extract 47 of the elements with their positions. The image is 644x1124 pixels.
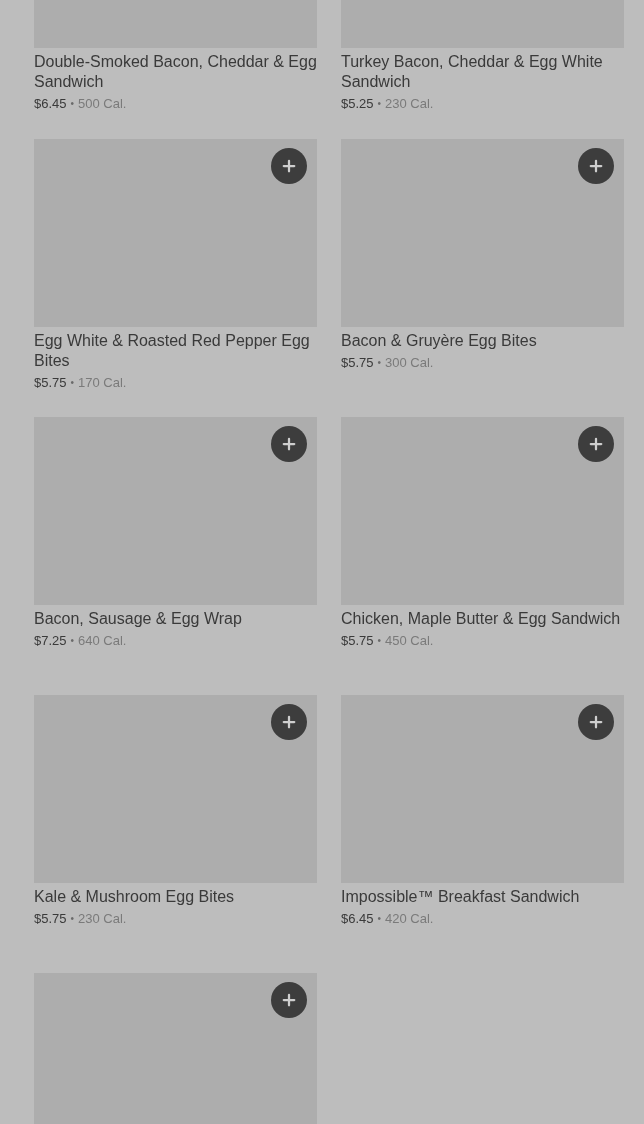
plus-icon — [587, 713, 605, 731]
item-image[interactable] — [34, 973, 317, 1124]
item-calories: 450 Cal. — [385, 632, 434, 650]
item-calories: 500 Cal. — [78, 95, 127, 113]
separator-dot: • — [70, 97, 75, 111]
separator-dot: • — [377, 97, 382, 111]
add-button[interactable] — [578, 148, 614, 184]
item-calories: 230 Cal. — [78, 910, 127, 928]
item-price: $6.45 — [34, 95, 67, 113]
item-calories: 420 Cal. — [385, 910, 434, 928]
add-button[interactable] — [578, 704, 614, 740]
item-calories: 640 Cal. — [78, 632, 127, 650]
plus-icon — [280, 435, 298, 453]
item-calories: 170 Cal. — [78, 374, 127, 392]
add-button[interactable] — [578, 426, 614, 462]
item-calories: 300 Cal. — [385, 354, 434, 372]
add-button[interactable] — [271, 148, 307, 184]
add-button[interactable] — [271, 426, 307, 462]
item-price: $5.75 — [341, 632, 374, 650]
plus-icon — [587, 157, 605, 175]
separator-dot: • — [70, 376, 75, 390]
separator-dot: • — [377, 356, 382, 370]
item-name: Bacon & Gruyère Egg Bites — [341, 331, 538, 351]
item-price: $7.25 — [34, 632, 67, 650]
item-name: Turkey Bacon, Cheddar & Egg White Sandwich — [341, 52, 604, 92]
item-name: Impossible™ Breakfast Sandwich — [341, 887, 581, 907]
item-price: $5.75 — [34, 374, 67, 392]
plus-icon — [587, 435, 605, 453]
item-name: Chicken, Maple Butter & Egg Sandwich — [341, 609, 622, 629]
separator-dot: • — [377, 912, 382, 926]
item-price: $5.75 — [34, 910, 67, 928]
add-button[interactable] — [271, 982, 307, 1018]
add-button[interactable] — [271, 704, 307, 740]
item-name: Bacon, Sausage & Egg Wrap — [34, 609, 243, 629]
plus-icon — [280, 713, 298, 731]
plus-icon — [280, 157, 298, 175]
item-price: $5.75 — [341, 354, 374, 372]
plus-icon — [280, 991, 298, 1009]
item-calories: 230 Cal. — [385, 95, 434, 113]
item-name: Egg White & Roasted Red Pepper Egg Bites — [34, 331, 311, 371]
item-name: Double-Smoked Bacon, Cheddar & Egg Sandwich — [34, 52, 317, 92]
item-name: Kale & Mushroom Egg Bites — [34, 887, 236, 907]
item-price: $5.25 — [341, 95, 374, 113]
separator-dot: • — [377, 634, 382, 648]
separator-dot: • — [70, 912, 75, 926]
item-price: $6.45 — [341, 910, 374, 928]
separator-dot: • — [70, 634, 75, 648]
